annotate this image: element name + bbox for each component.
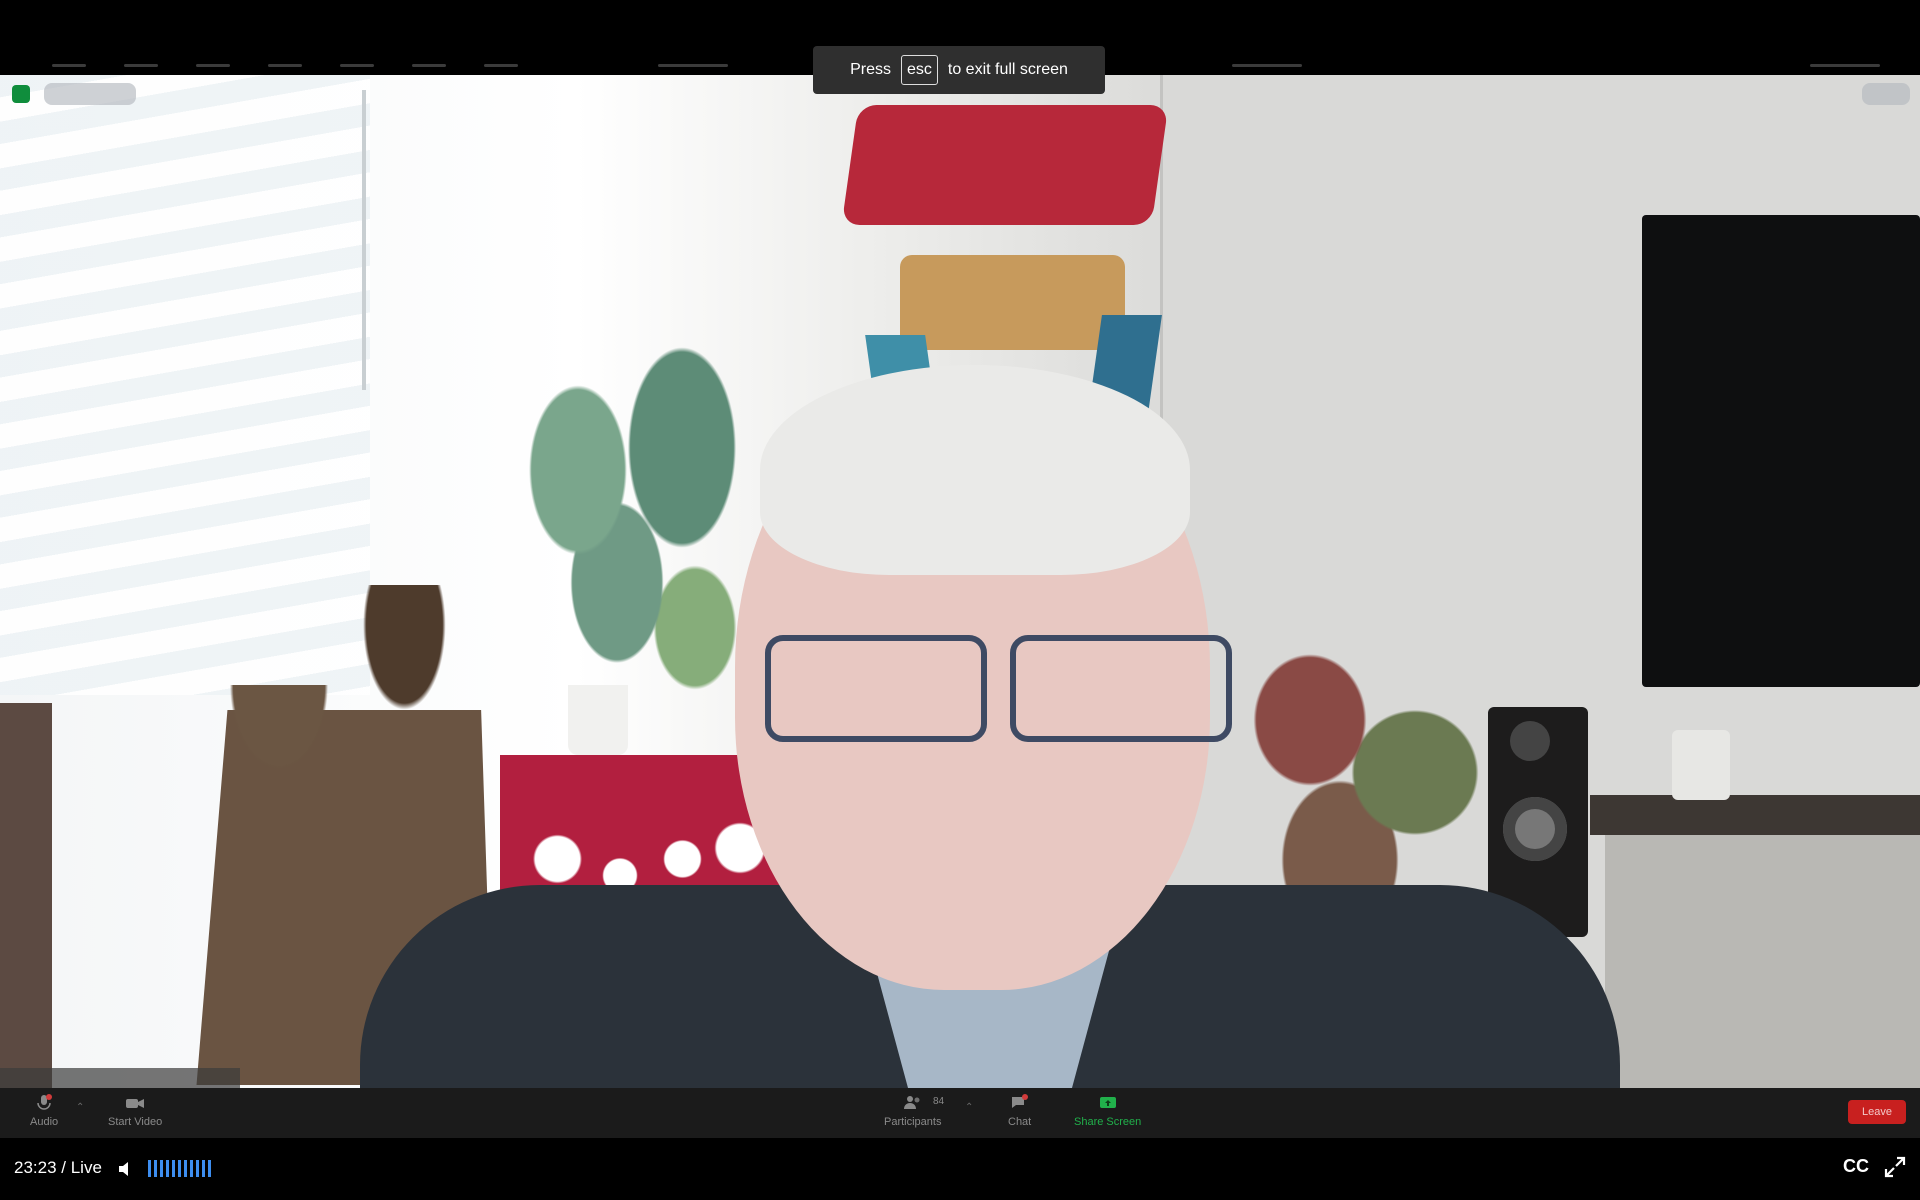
closed-captions-button[interactable]: CC (1843, 1156, 1869, 1177)
video-frame[interactable] (0, 75, 1920, 1088)
background-plant (500, 335, 760, 785)
video-player: Press esc to exit full screen Audio ⌃ St… (0, 0, 1920, 1200)
shield-icon[interactable] (12, 85, 30, 103)
audio-button[interactable]: Audio (30, 1094, 58, 1128)
microphone-icon (37, 1094, 53, 1110)
view-button[interactable] (1862, 83, 1910, 105)
chat-button[interactable]: Chat (1008, 1094, 1031, 1128)
participants-icon (903, 1096, 920, 1109)
volume-slider[interactable] (148, 1160, 211, 1177)
audio-chevron-icon[interactable]: ⌃ (76, 1102, 84, 1113)
speaker-icon[interactable] (117, 1159, 137, 1179)
share-screen-button[interactable]: Share Screen (1074, 1094, 1141, 1128)
leave-button[interactable]: Leave (1848, 1100, 1906, 1124)
esc-key: esc (900, 55, 938, 85)
time-live-indicator: 23:23 / Live (14, 1158, 102, 1177)
speaker-glasses (765, 635, 1235, 745)
share-screen-icon (1099, 1097, 1116, 1108)
participants-count: 84 (933, 1096, 945, 1107)
player-controls: 23:23 / Live CC (0, 1138, 1920, 1200)
zoom-toolbar: Audio ⌃ Start Video Participants 84 ⌃ Ch… (0, 1088, 1920, 1138)
exit-fullscreen-hint: Press esc to exit full screen (813, 46, 1105, 94)
participants-chevron-icon[interactable]: ⌃ (965, 1102, 973, 1113)
start-video-button[interactable]: Start Video (108, 1094, 162, 1128)
background-tv (1642, 215, 1920, 687)
chat-icon (1011, 1094, 1028, 1108)
hint-message-text: to exit full screen (947, 61, 1068, 78)
recording-pill (44, 83, 136, 105)
expand-icon[interactable] (1884, 1156, 1906, 1178)
video-camera-icon (126, 1099, 145, 1108)
participant-name-strip (0, 1068, 240, 1088)
hint-press-text: Press (850, 61, 891, 78)
